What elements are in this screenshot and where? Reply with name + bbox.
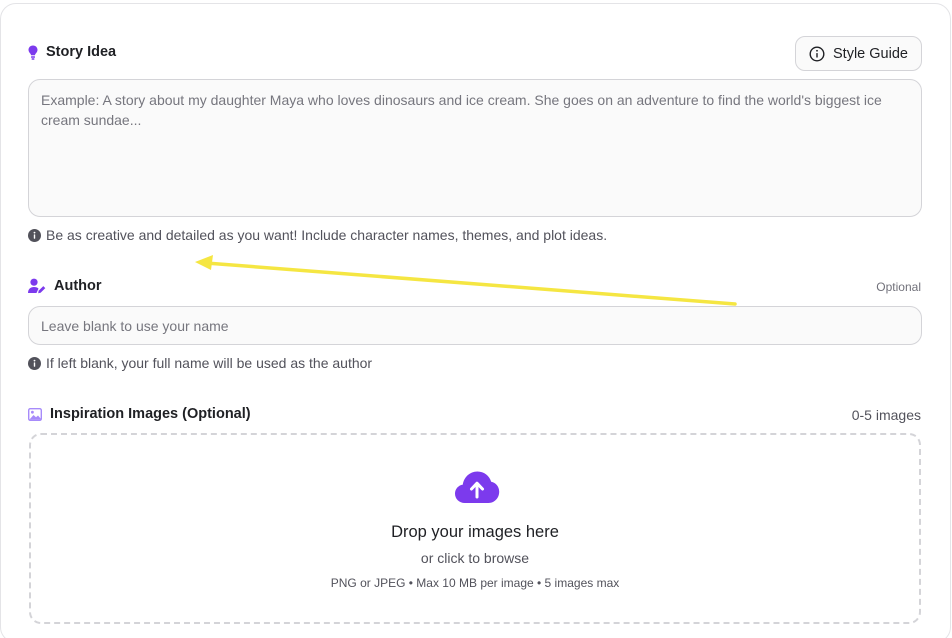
- author-helper-text: If left blank, your full name will be us…: [46, 355, 373, 371]
- images-count: 0-5 images: [851, 407, 921, 423]
- story-idea-helper-text: Be as creative and detailed as you want!…: [46, 227, 608, 243]
- author-optional-tag: Optional: [876, 280, 921, 294]
- image-dropzone[interactable]: Drop your images here or click to browse…: [29, 433, 921, 624]
- inspiration-header: Inspiration Images (Optional): [28, 406, 251, 422]
- info-filled-icon: [28, 356, 41, 370]
- dropzone-subtitle: or click to browse: [420, 550, 530, 566]
- lightbulb-icon: [28, 45, 38, 60]
- dropzone-title: Drop your images here: [391, 523, 559, 541]
- inspiration-label: Inspiration Images (Optional): [50, 406, 251, 422]
- user-pen-icon: [28, 278, 46, 294]
- style-guide-button[interactable]: Style Guide: [795, 36, 922, 71]
- dropzone-formats: PNG or JPEG • Max 10 MB per image • 5 im…: [330, 576, 620, 590]
- story-idea-label: Story Idea: [46, 44, 117, 60]
- story-idea-helper: Be as creative and detailed as you want!…: [28, 227, 607, 243]
- info-circle-icon: [809, 45, 825, 62]
- cloud-upload-icon: [454, 470, 500, 504]
- author-helper: If left blank, your full name will be us…: [28, 355, 372, 371]
- author-label: Author: [54, 278, 102, 294]
- info-filled-icon: [28, 228, 41, 242]
- author-header: Author: [28, 278, 102, 294]
- story-idea-textarea[interactable]: [28, 79, 922, 217]
- image-icon: [28, 407, 42, 421]
- style-guide-label: Style Guide: [833, 45, 908, 62]
- story-idea-header: Story Idea: [28, 44, 116, 60]
- author-input[interactable]: [28, 306, 922, 345]
